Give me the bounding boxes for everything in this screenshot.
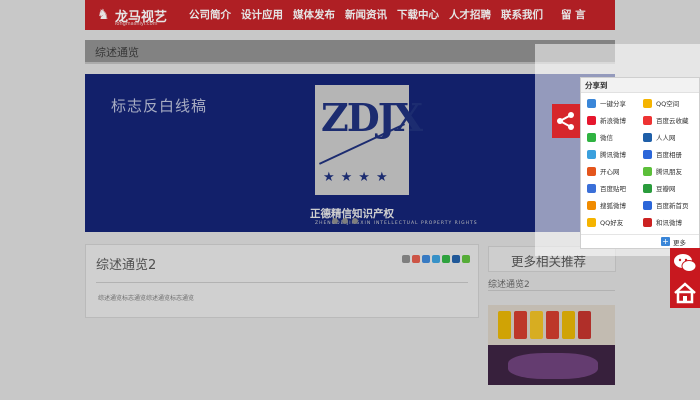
share-option-label: QQ好友 xyxy=(600,219,624,227)
share-option-label: 百度新首页 xyxy=(656,202,689,210)
share-option[interactable]: 百度贴吧 xyxy=(587,183,643,193)
share-option-icon xyxy=(643,115,652,125)
share-option-label: 一键分享 xyxy=(600,100,626,108)
share-option-label: 新浪微博 xyxy=(600,117,626,125)
share-option-icon xyxy=(643,149,652,159)
share-option-icon xyxy=(643,132,652,142)
share-option[interactable]: 开心网 xyxy=(587,166,643,176)
wechat-icon xyxy=(674,254,697,272)
share-option-icon xyxy=(587,149,596,159)
share-option-label: 百度贴吧 xyxy=(600,185,626,193)
share-option[interactable]: 腾讯微博 xyxy=(587,149,643,159)
share-option-label: 百度云收藏 xyxy=(656,117,689,125)
share-option-icon xyxy=(587,200,596,210)
share-option-icon xyxy=(587,166,596,176)
share-option-label: 人人网 xyxy=(656,134,676,142)
share-grid: 一键分享 QQ空间新浪微博 百度云收藏微信 人人网腾讯微博 百度相册开心网 腾讯朋友百度贴… xyxy=(587,98,697,227)
share-option[interactable]: QQ好友 xyxy=(587,217,643,227)
share-option[interactable]: 新浪微博 xyxy=(587,115,643,125)
share-option-label: 和讯微博 xyxy=(656,219,682,227)
share-panel-header: 分享到 xyxy=(581,78,699,93)
share-option-icon xyxy=(643,98,652,108)
wechat-float-button[interactable] xyxy=(670,248,700,278)
share-option[interactable]: QQ空间 xyxy=(643,98,699,108)
share-option-label: QQ空间 xyxy=(656,100,680,108)
share-option-icon xyxy=(587,217,596,227)
share-option-label: 百度相册 xyxy=(656,151,682,159)
share-option-icon xyxy=(587,98,596,108)
share-option[interactable]: 和讯微博 xyxy=(643,217,699,227)
share-option-label: 腾讯微博 xyxy=(600,151,626,159)
share-option[interactable]: 搜狐微博 xyxy=(587,200,643,210)
share-option-icon xyxy=(643,183,652,193)
page: ♞ 龙马视艺 longmashiyi.com 公司简介 设计应用 媒体发布 新闻… xyxy=(0,0,700,400)
share-option-label: 搜狐微博 xyxy=(600,202,626,210)
plus-icon[interactable]: + xyxy=(661,237,670,246)
share-option-label: 腾讯朋友 xyxy=(656,168,682,176)
home-float-button[interactable] xyxy=(670,278,700,308)
share-option[interactable]: 微信 xyxy=(587,132,643,142)
share-option[interactable]: 百度相册 xyxy=(643,149,699,159)
share-panel-footer: + 更多 xyxy=(581,234,699,249)
share-option-icon xyxy=(587,115,596,125)
share-option-label: 微信 xyxy=(600,134,613,142)
share-more-label[interactable]: 更多 xyxy=(673,237,686,247)
share-option-icon xyxy=(643,217,652,227)
share-option[interactable]: 一键分享 xyxy=(587,98,643,108)
home-icon xyxy=(674,282,696,304)
share-option-icon xyxy=(587,183,596,193)
share-option-label: 开心网 xyxy=(600,168,620,176)
share-option-icon xyxy=(643,200,652,210)
share-option[interactable]: 腾讯朋友 xyxy=(643,166,699,176)
share-panel: 分享到 一键分享 QQ空间新浪微博 百度云收藏微信 人人网腾讯微博 百度相册开心网 腾讯朋… xyxy=(580,77,700,249)
share-toggle-button[interactable] xyxy=(552,104,580,138)
share-option[interactable]: 豆瓣网 xyxy=(643,183,699,193)
share-panel-title: 分享到 xyxy=(585,81,608,90)
share-option-icon xyxy=(643,166,652,176)
share-option[interactable]: 人人网 xyxy=(643,132,699,142)
share-option[interactable]: 百度云收藏 xyxy=(643,115,699,125)
share-option-label: 豆瓣网 xyxy=(656,185,676,193)
share-option[interactable]: 百度新首页 xyxy=(643,200,699,210)
share-option-icon xyxy=(587,132,596,142)
share-nodes-icon xyxy=(557,112,574,130)
